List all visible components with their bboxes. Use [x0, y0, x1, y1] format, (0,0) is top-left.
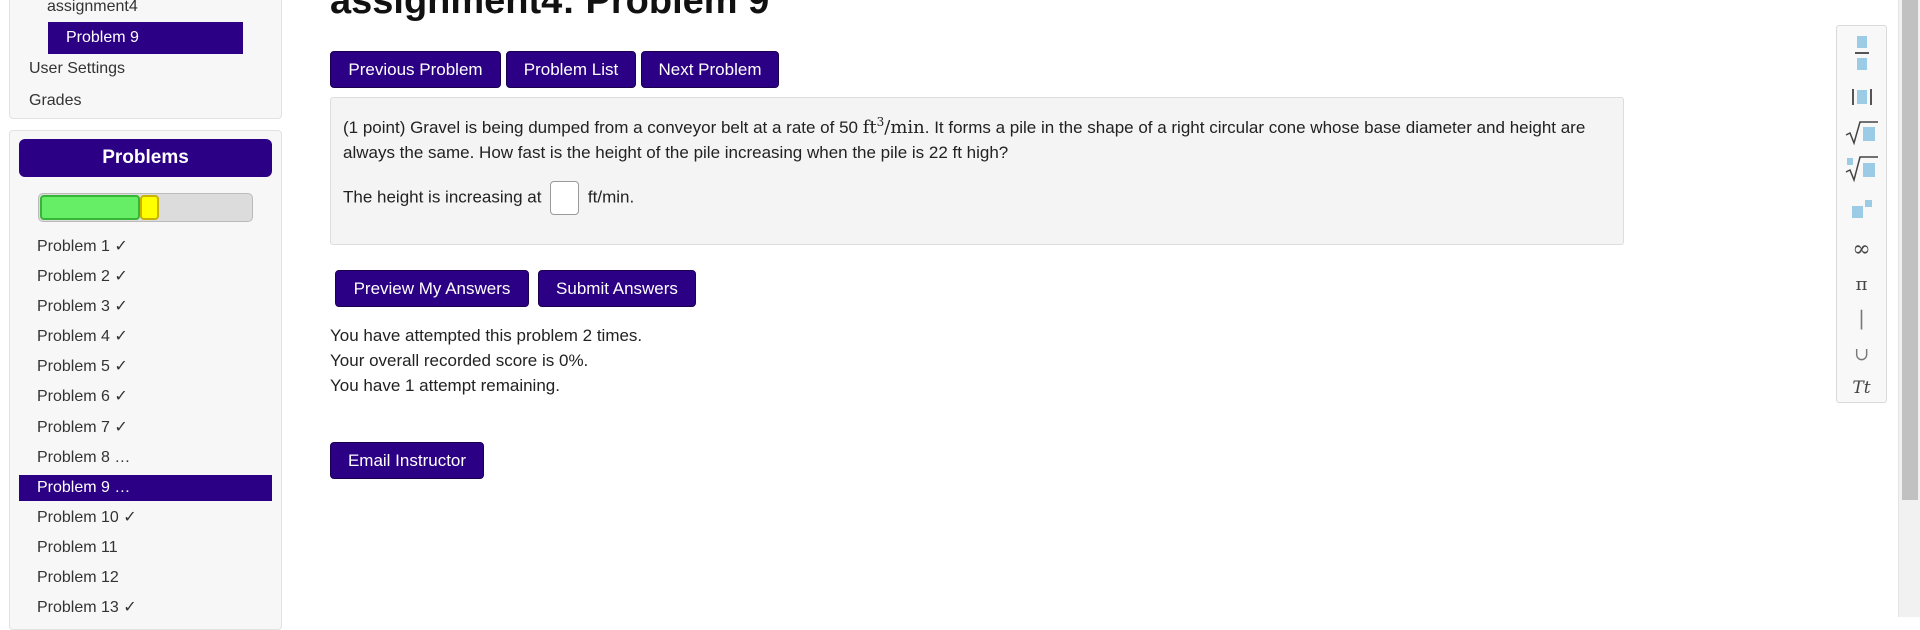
problem-list-item[interactable]: Problem 11	[19, 533, 272, 563]
problem-list-item[interactable]: Problem 8 …	[19, 443, 272, 473]
problem-list-item[interactable]: Problem 12	[19, 563, 272, 593]
answer-input[interactable]	[550, 181, 580, 215]
sqrt-icon[interactable]	[1837, 116, 1886, 150]
problem-list: Problem 1 ✓ Problem 2 ✓ Problem 3 ✓ Prob…	[19, 232, 272, 623]
union-icon[interactable]: ∪	[1837, 337, 1886, 371]
nav-user-settings-link[interactable]: User Settings	[29, 60, 125, 78]
problem-statement: (1 point) Gravel is being dumped from a …	[343, 110, 1613, 165]
previous-problem-button[interactable]: Previous Problem	[330, 51, 501, 88]
problem-list-item[interactable]: Problem 1 ✓	[19, 232, 272, 262]
nav-set-link[interactable]: assignment4	[47, 0, 138, 16]
fraction-icon[interactable]	[1837, 31, 1886, 75]
pi-icon[interactable]: π	[1837, 267, 1886, 301]
mixed-fraction-icon[interactable]	[1837, 80, 1886, 114]
text-mode-icon[interactable]: Tt	[1837, 371, 1886, 405]
problem-intro: (1 point) Gravel is being dumped from a …	[343, 118, 863, 137]
problem-list-item-active[interactable]: Problem 9 …	[19, 474, 272, 501]
nav-grades-link[interactable]: Grades	[29, 92, 81, 110]
problem-list-item[interactable]: Problem 2 ✓	[19, 262, 272, 292]
nav-current-problem[interactable]: Problem 9	[48, 22, 243, 54]
vertical-bar-icon[interactable]: |	[1837, 301, 1886, 335]
page-title: assignment4: Problem 9	[330, 0, 770, 22]
problem-list-item[interactable]: Problem 10 ✓	[19, 503, 272, 533]
problem-list-button[interactable]: Problem List	[506, 51, 636, 88]
preview-answers-button[interactable]: Preview My Answers	[335, 270, 529, 307]
progress-bar	[38, 193, 253, 222]
exponent-icon[interactable]	[1837, 192, 1886, 226]
rate-unit-rest: /min	[884, 117, 925, 138]
problem-box: (1 point) Gravel is being dumped from a …	[330, 97, 1624, 245]
problem-list-item[interactable]: Problem 6 ✓	[19, 382, 272, 412]
submit-answers-button[interactable]: Submit Answers	[538, 270, 696, 307]
problem-list-item[interactable]: Problem 5 ✓	[19, 352, 272, 382]
page-scrollbar[interactable]	[1898, 0, 1920, 617]
problems-header: Problems	[19, 139, 272, 177]
nth-root-icon[interactable]	[1837, 152, 1886, 186]
progress-correct-segment	[40, 195, 140, 220]
problem-list-item[interactable]: Problem 7 ✓	[19, 413, 272, 443]
scrollbar-thumb[interactable]	[1902, 0, 1918, 500]
problem-list-item[interactable]: Problem 4 ✓	[19, 322, 272, 352]
rate-unit-math: ft3/min	[862, 115, 925, 138]
email-instructor-button[interactable]: Email Instructor	[330, 442, 484, 479]
problem-list-item[interactable]: Problem 3 ✓	[19, 292, 272, 322]
answer-suffix: ft/min.	[587, 187, 635, 207]
next-problem-button[interactable]: Next Problem	[641, 51, 779, 88]
answer-line: The height is increasing at ft/min.	[343, 181, 634, 215]
attempts-status: You have attempted this problem 2 times.	[330, 326, 643, 345]
score-status: Your overall recorded score is 0%.	[330, 351, 589, 370]
progress-partial-segment	[140, 195, 159, 220]
remaining-status: You have 1 attempt remaining.	[330, 376, 560, 395]
rate-unit-base: ft	[862, 117, 877, 138]
answer-prefix: The height is increasing at	[343, 187, 542, 207]
problem-list-item[interactable]: Problem 13 ✓	[19, 593, 272, 623]
infinity-icon[interactable]: ∞	[1837, 232, 1886, 266]
math-toolbar: ∞ π | ∪ Tt	[1836, 25, 1887, 403]
